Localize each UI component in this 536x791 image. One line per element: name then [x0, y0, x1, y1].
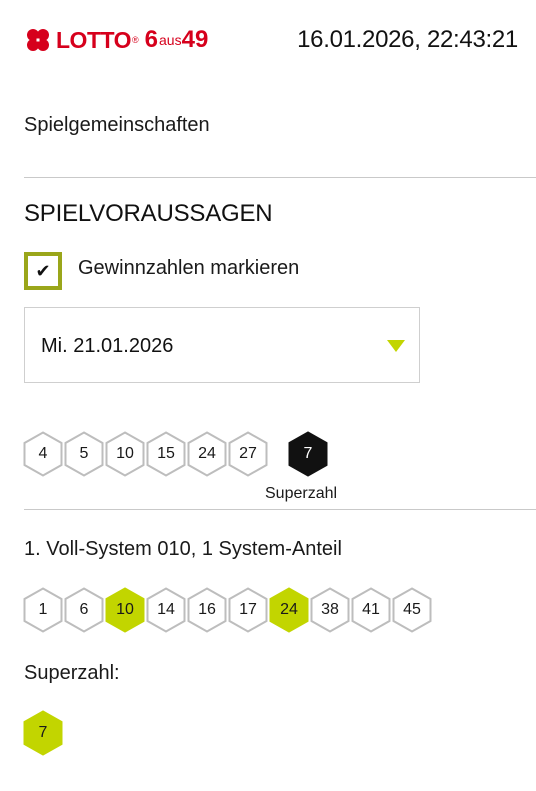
ball-number: 15 [157, 445, 175, 462]
dropdown-arrow-icon [387, 340, 405, 352]
divider-middle [24, 509, 536, 510]
superzahl-label: Superzahl: [24, 662, 120, 684]
lotto-logo[interactable]: LOTTO ® 6 aus 49 [24, 24, 208, 56]
draw-number-ball: 24 [187, 431, 227, 477]
ball-number: 10 [116, 601, 134, 618]
system-number-ball: 6 [64, 587, 104, 633]
system-number-ball: 16 [187, 587, 227, 633]
ball-number: 17 [239, 601, 257, 618]
draw-number-ball: 27 [228, 431, 268, 477]
header: LOTTO ® 6 aus 49 16.01.2026, 22:43:21 [0, 0, 536, 80]
superzahl-ball: 7 [23, 710, 63, 756]
superzahl-caption: Superzahl [265, 485, 338, 502]
logo-aus: aus [159, 32, 182, 48]
ball-number: 4 [38, 445, 48, 462]
ball-number: 41 [362, 601, 380, 618]
ball-number: 45 [403, 601, 421, 618]
current-datetime: 16.01.2026, 22:43:21 [297, 26, 518, 53]
ball-number: 5 [79, 445, 89, 462]
system-number-ball: 14 [146, 587, 186, 633]
system-number-ball: 41 [351, 587, 391, 633]
ball-number: 7 [303, 445, 313, 462]
mark-winning-checkbox[interactable]: ✔ [24, 252, 62, 290]
logo-lotto-text: LOTTO [56, 26, 132, 53]
ball-number: 6 [79, 601, 89, 618]
draw-superzahl-ball: 7 [288, 431, 328, 477]
ball-number: 24 [198, 445, 216, 462]
logo-forty-nine: 49 [181, 26, 209, 53]
divider-top [24, 177, 536, 178]
ball-number: 16 [198, 601, 216, 618]
draw-date-select[interactable]: Mi. 21.01.2026 [24, 307, 420, 383]
spielgemeinschaften-link[interactable]: Spielgemeinschaften [24, 114, 210, 137]
system-label: 1. Voll-System 010, 1 System-Anteil [24, 538, 342, 560]
system-number-ball-hit: 10 [105, 587, 145, 633]
system-number-ball: 45 [392, 587, 432, 633]
ball-number: 27 [239, 445, 257, 462]
system-number-ball-hit: 24 [269, 587, 309, 633]
clover-icon [27, 29, 49, 51]
draw-number-ball: 15 [146, 431, 186, 477]
checkmark-icon: ✔ [35, 261, 51, 281]
ball-number: 7 [38, 724, 48, 741]
ball-number: 24 [280, 601, 298, 618]
ball-number: 14 [157, 601, 175, 618]
draw-date-value: Mi. 21.01.2026 [41, 335, 174, 357]
ball-number: 38 [321, 601, 339, 618]
system-number-ball: 17 [228, 587, 268, 633]
draw-number-ball: 4 [23, 431, 63, 477]
mark-winning-label[interactable]: Gewinnzahlen markieren [78, 257, 299, 280]
system-number-ball: 38 [310, 587, 350, 633]
system-number-ball: 1 [23, 587, 63, 633]
logo-registered-mark: ® [132, 35, 139, 45]
ball-number: 10 [116, 445, 134, 462]
logo-six: 6 [144, 26, 159, 53]
draw-number-ball: 10 [105, 431, 145, 477]
draw-number-ball: 5 [64, 431, 104, 477]
section-title: SPIELVORAUSSAGEN [24, 200, 273, 227]
ball-number: 1 [38, 601, 48, 618]
